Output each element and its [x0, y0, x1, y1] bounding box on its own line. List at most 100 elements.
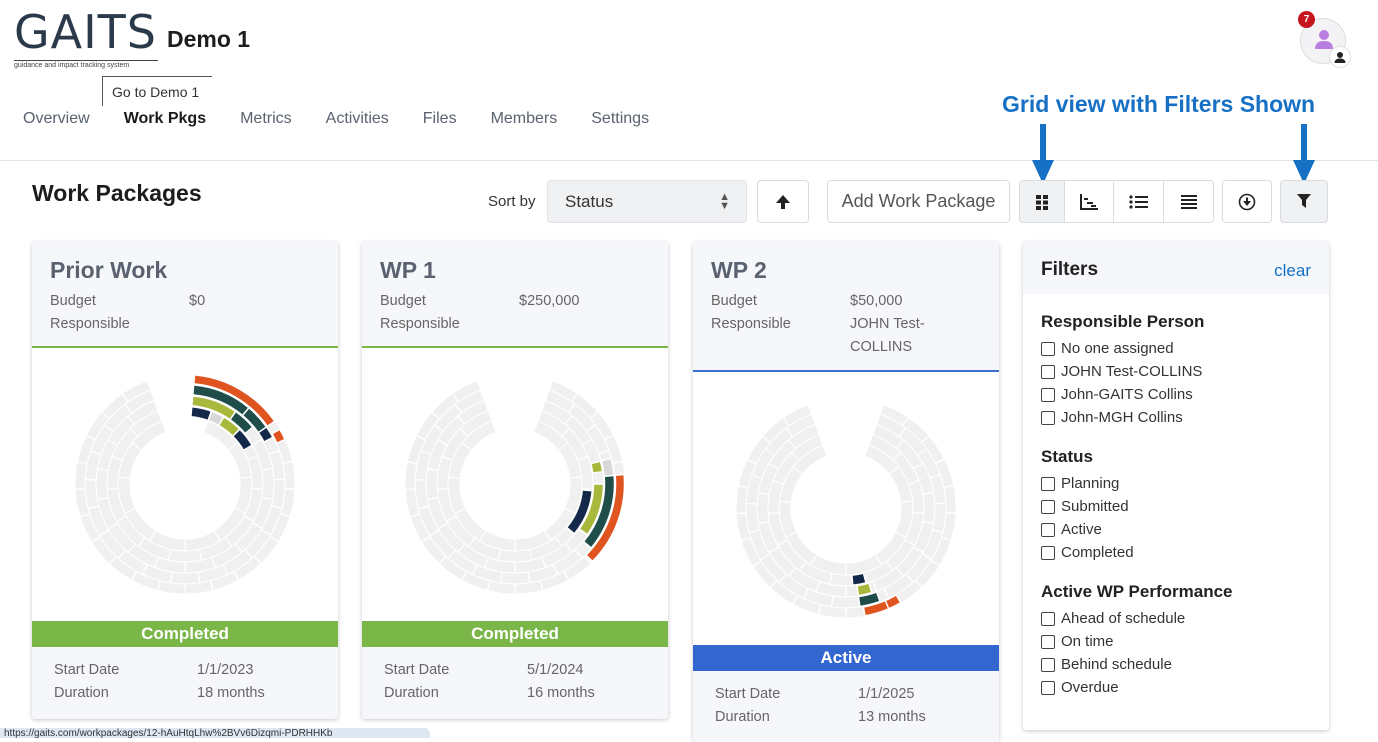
checkbox[interactable] [1041, 364, 1055, 379]
checkbox[interactable] [1041, 611, 1055, 626]
filter-option-label: JOHN Test-COLLINS [1061, 363, 1203, 380]
checkbox[interactable] [1041, 545, 1055, 560]
filter-option[interactable]: No one assigned [1041, 337, 1329, 360]
work-package-card[interactable]: Prior Work Budget $0 Responsible Complete… [32, 242, 338, 719]
tab-settings[interactable]: Settings [591, 110, 649, 128]
filter-option[interactable]: John-GAITS Collins [1041, 383, 1329, 406]
budget-label: Budget [50, 293, 96, 309]
card-title: Prior Work [50, 257, 168, 283]
notification-badge[interactable]: 7 [1298, 11, 1315, 28]
progress-ring-svg [404, 379, 626, 595]
filter-option[interactable]: On time [1041, 630, 1329, 653]
filter-option[interactable]: Ahead of schedule [1041, 607, 1329, 630]
download-icon [1238, 193, 1256, 210]
duration-label: Duration [715, 709, 770, 725]
annotation-text: Grid view with Filters Shown [1002, 91, 1316, 117]
tab-overview[interactable]: Overview [23, 110, 90, 128]
filter-group-title: Responsible Person [1041, 312, 1205, 331]
work-package-card[interactable]: WP 2 Budget $50,000 Responsible JOHN Test-… [693, 242, 999, 742]
page-title: Work Packages [32, 180, 202, 206]
budget-value: $0 [189, 293, 206, 309]
budget-value: $250,000 [519, 293, 580, 309]
filter-toggle-button[interactable] [1280, 180, 1328, 223]
checkbox[interactable] [1041, 387, 1055, 402]
filter-option[interactable]: Planning [1041, 472, 1329, 495]
ring-segment [74, 461, 88, 490]
arrow-up-icon [776, 194, 790, 209]
ring-segment [498, 548, 533, 563]
filter-option[interactable]: Completed [1041, 541, 1329, 564]
checkbox[interactable] [1041, 499, 1055, 514]
checkbox[interactable] [1041, 476, 1055, 491]
start-date-value: 1/1/2025 [858, 686, 915, 702]
grid-view-button[interactable] [1019, 180, 1065, 223]
clear-filters-link[interactable]: clear [1274, 261, 1311, 281]
checkbox[interactable] [1041, 634, 1055, 649]
sort-direction-button[interactable] [757, 180, 809, 223]
go-to-project-tooltip: Go to Demo 1 [102, 76, 212, 106]
card-title: WP 2 [711, 257, 767, 283]
ring-segment [943, 484, 957, 514]
list-view-button[interactable] [1113, 180, 1164, 223]
ring-segment [261, 467, 275, 500]
budget-label: Budget [380, 293, 426, 309]
ring-segment [831, 595, 862, 609]
checkbox[interactable] [1041, 410, 1055, 425]
project-title[interactable]: Demo 1 [167, 26, 250, 53]
filter-option[interactable]: JOHN Test-COLLINS [1041, 360, 1329, 383]
card-header: WP 2 Budget $50,000 Responsible JOHN Test-… [693, 242, 999, 372]
filter-group-responsible: Responsible Person No one assigned JOHN … [1023, 312, 1329, 429]
filter-option[interactable]: John-MGH Collins [1041, 406, 1329, 429]
filter-group-title: Active WP Performance [1041, 582, 1233, 601]
filter-option-label: Completed [1061, 544, 1134, 561]
tab-activities[interactable]: Activities [326, 110, 389, 128]
filter-option-label: John-GAITS Collins [1061, 386, 1193, 403]
filter-option[interactable]: Behind schedule [1041, 653, 1329, 676]
responsible-label: Responsible [711, 316, 791, 332]
progress-ring-svg [74, 374, 296, 595]
gaits-logo[interactable]: GAITS [14, 4, 157, 60]
progress-ring-chart [362, 348, 668, 621]
checkbox[interactable] [1041, 522, 1055, 537]
download-button[interactable] [1222, 180, 1272, 223]
progress-ring-chart [693, 372, 999, 645]
work-package-card[interactable]: WP 1 Budget $250,000 Responsible Complete… [362, 242, 668, 719]
filter-option[interactable]: Overdue [1041, 676, 1329, 699]
filters-title: Filters [1041, 259, 1099, 280]
ring-segment [735, 485, 749, 514]
ring-segment [95, 468, 109, 501]
main-nav: Overview Work Pkgs Metrics Activities Fi… [23, 110, 683, 128]
link-status-bar: https://gaits.com/workpackages/12-hAuHtq… [0, 728, 430, 738]
status-badge: Completed [32, 621, 338, 647]
checkbox[interactable] [1041, 341, 1055, 356]
checkbox[interactable] [1041, 680, 1055, 695]
responsible-label: Responsible [380, 316, 460, 332]
tab-files[interactable]: Files [423, 110, 457, 128]
budget-value: $50,000 [850, 293, 903, 309]
tab-work-pkgs[interactable]: Work Pkgs [124, 110, 206, 128]
ring-segment [922, 491, 936, 524]
tab-members[interactable]: Members [491, 110, 558, 128]
tab-metrics[interactable]: Metrics [240, 110, 292, 128]
timeline-view-icon [1080, 193, 1098, 210]
select-arrows-icon: ▲ ▼ [719, 191, 730, 212]
duration-value: 16 months [527, 685, 595, 701]
timeline-view-button[interactable] [1064, 180, 1114, 223]
filter-option[interactable]: Active [1041, 518, 1329, 541]
ring-segment [500, 571, 531, 585]
add-work-package-button[interactable]: Add Work Package [827, 180, 1010, 223]
sort-value: Status [565, 192, 614, 211]
ring-segment [756, 492, 770, 525]
account-icon[interactable] [1329, 46, 1351, 68]
ring-segment [168, 548, 203, 563]
ring-segment [282, 460, 296, 490]
ring-segment [404, 461, 418, 490]
filter-option-label: Overdue [1061, 679, 1119, 696]
filter-option-label: John-MGH Collins [1061, 409, 1183, 426]
duration-label: Duration [384, 685, 439, 701]
filter-option-label: Behind schedule [1061, 656, 1172, 673]
filter-option[interactable]: Submitted [1041, 495, 1329, 518]
sort-select[interactable]: Status ▲ ▼ [547, 180, 747, 223]
table-view-button[interactable] [1163, 180, 1214, 223]
checkbox[interactable] [1041, 657, 1055, 672]
